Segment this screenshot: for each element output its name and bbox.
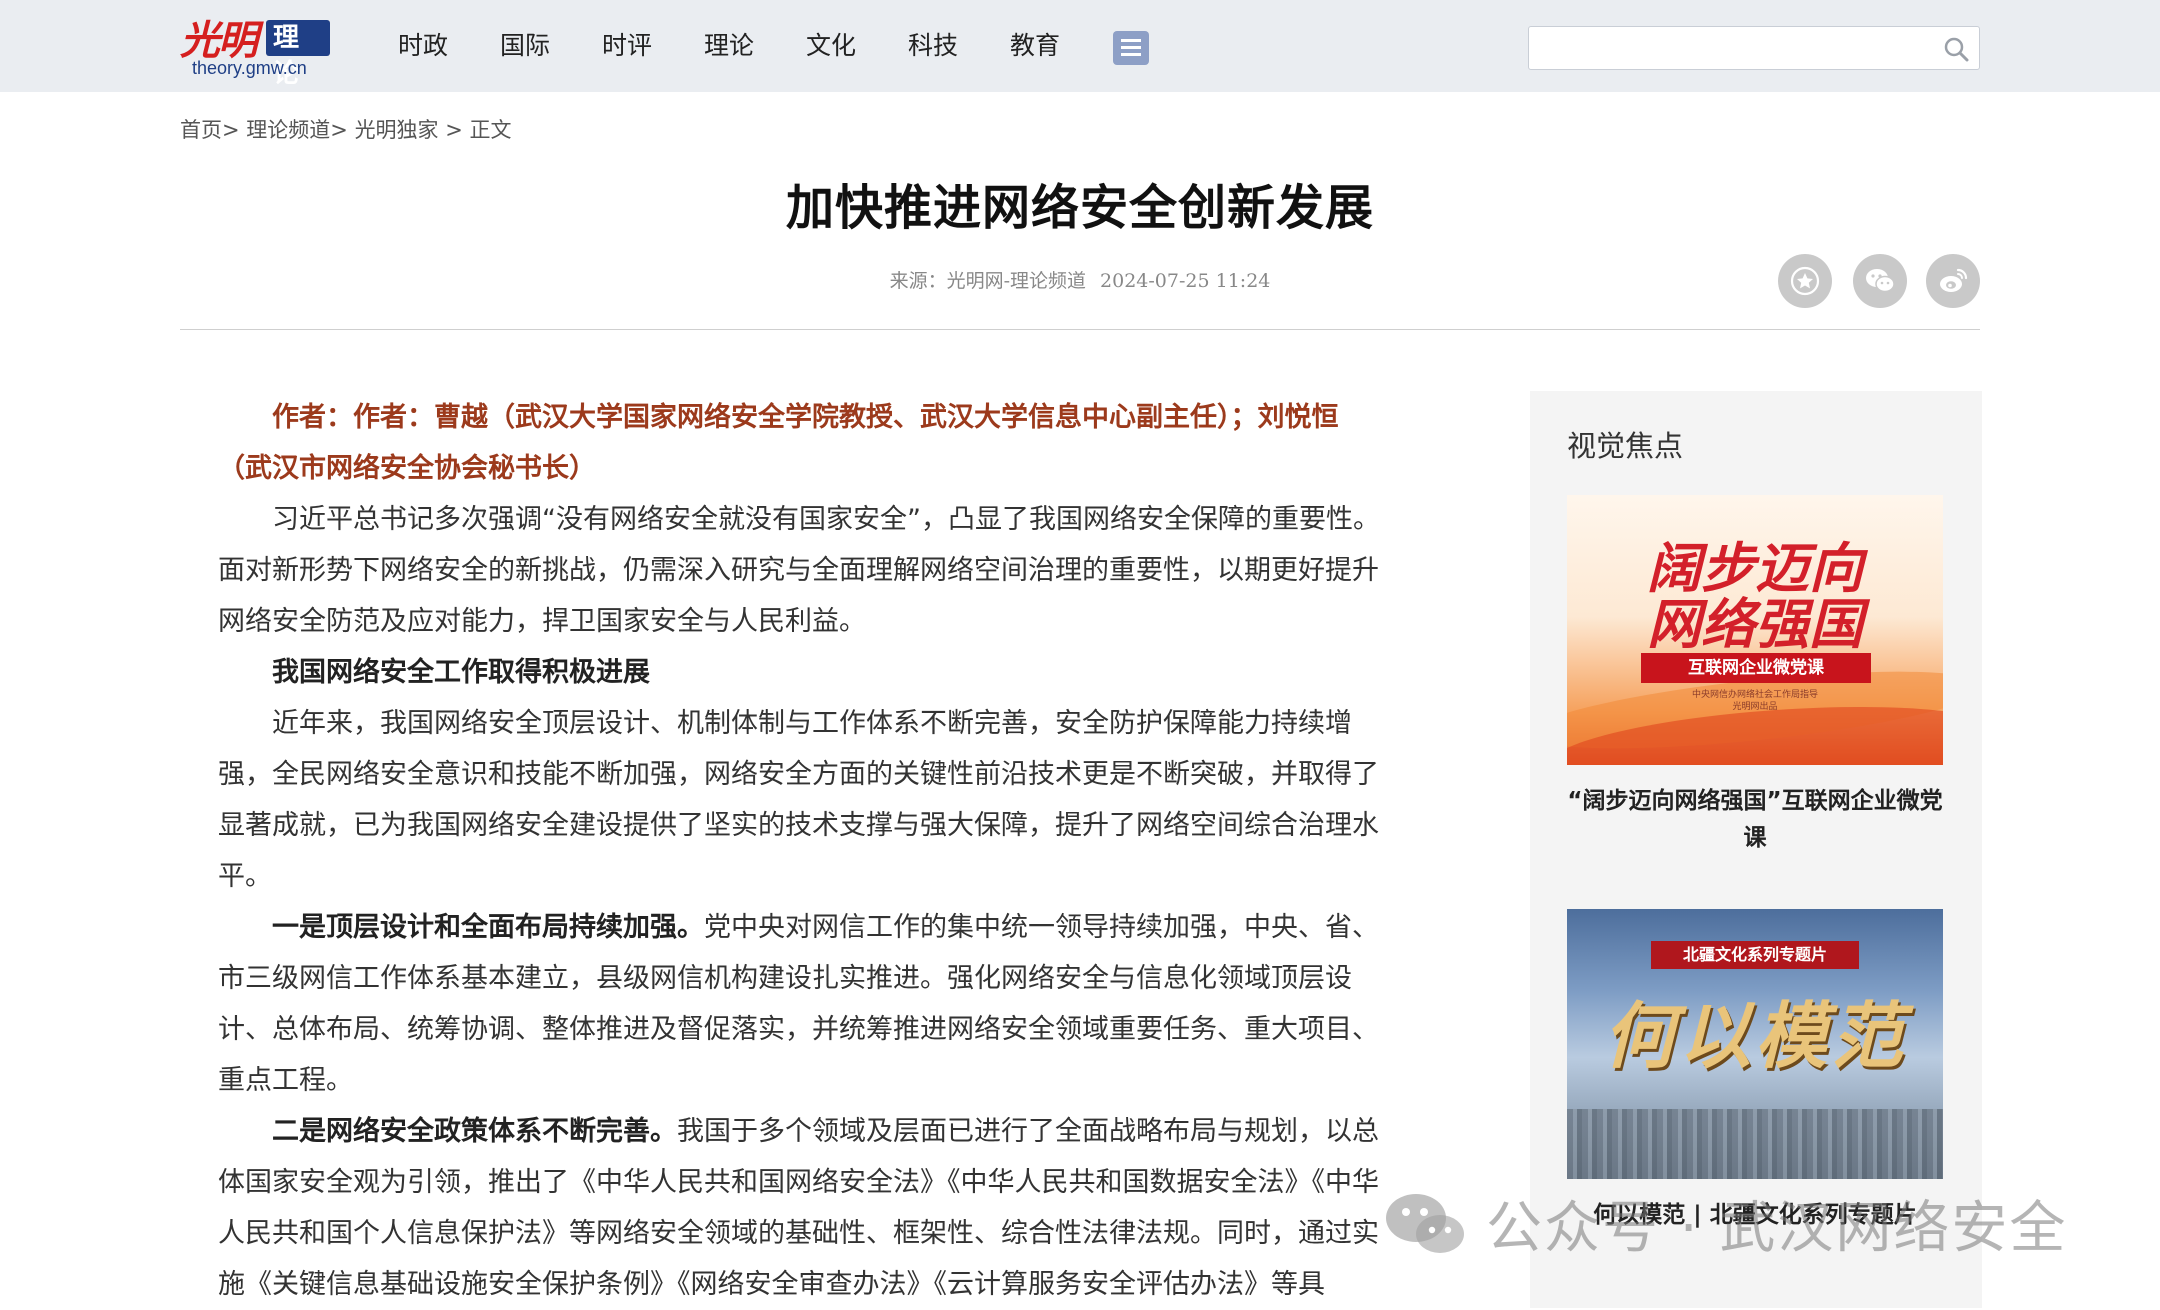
breadcrumb-home[interactable]: 首页	[180, 118, 222, 142]
watermark-text: 公众号 · 武汉网络安全	[1486, 1195, 2068, 1261]
article-body: 作者：作者：曹越（武汉大学国家网络安全学院教授、武汉大学信息中心副主任）；刘悦恒…	[218, 392, 1384, 1310]
article-author: 作者：作者：曹越（武汉大学国家网络安全学院教授、武汉大学信息中心副主任）；刘悦恒…	[218, 402, 1339, 484]
star-icon	[1790, 266, 1820, 296]
paragraph-lead: 一是顶层设计和全面布局持续加强。	[272, 912, 704, 943]
focus-card-image-2[interactable]: 北疆文化系列专题片 何以模范	[1567, 909, 1943, 1179]
nav-item-education[interactable]: 教育	[1010, 0, 1112, 92]
favorite-button[interactable]	[1778, 254, 1832, 308]
image1-line1: 阔步迈向	[1647, 536, 1863, 600]
article-paragraph: 一是顶层设计和全面布局持续加强。党中央对网信工作的集中统一领导持续加强，中央、省…	[218, 902, 1384, 1106]
focus-card-caption-1[interactable]: “阔步迈向网络强国”互联网企业微党课	[1567, 783, 1943, 857]
search-icon[interactable]	[1943, 36, 1969, 62]
logo-badge: 理论	[266, 20, 330, 89]
weibo-icon	[1940, 268, 1968, 292]
header-divider	[180, 329, 1980, 330]
article-date: 2024-07-25 11:24	[1100, 270, 1271, 292]
visual-focus-sidebar: 视觉焦点 阔步迈向 网络强国 互联网企业微党课 中央网信办网络社会工作局指导 光…	[1530, 391, 1982, 1308]
nav-item-international[interactable]: 国际	[500, 0, 602, 92]
site-logo[interactable]: 光明 理论 theory.gmw.cn	[180, 8, 330, 89]
article-paragraph: 二是网络安全政策体系不断完善。我国于多个领域及层面已进行了全面战略布局与规划，以…	[218, 1106, 1384, 1310]
search-box	[1528, 26, 1980, 70]
article-source: 来源：光明网-理论频道	[889, 270, 1087, 292]
image1-small-2: 光明网出品	[1732, 702, 1778, 712]
top-navigation-bar: 光明 理论 theory.gmw.cn 时政 国际 时评 理论 文化 科技 教育	[0, 0, 2160, 92]
breadcrumb-theory-channel[interactable]: 理论频道	[246, 118, 330, 142]
breadcrumb-exclusive[interactable]: 光明独家	[355, 118, 439, 142]
paragraph-lead: 二是网络安全政策体系不断完善。	[272, 1116, 677, 1147]
article-title: 加快推进网络安全创新发展	[785, 180, 1374, 236]
main-nav: 时政 国际 时评 理论 文化 科技 教育	[398, 0, 1112, 92]
breadcrumb-current: 正文	[469, 118, 512, 142]
search-input[interactable]	[1529, 27, 1929, 69]
nav-item-technology[interactable]: 科技	[908, 0, 1010, 92]
wechat-logo-icon	[1386, 1194, 1464, 1253]
nav-item-commentary[interactable]: 时评	[602, 0, 704, 92]
image2-title: 何以模范	[1602, 993, 1907, 1078]
wechat-watermark: 公众号 · 武汉网络安全	[1384, 1188, 2067, 1261]
breadcrumb: 首页> 理论频道> 光明独家 > 正文	[180, 118, 512, 142]
article-paragraph: 近年来，我国网络安全顶层设计、机制体制与工作体系不断完善，安全防护保障能力持续增…	[218, 708, 1379, 892]
article-paragraph: 习近平总书记多次强调“没有网络安全就没有国家安全”，凸显了我国网络安全保障的重要…	[218, 504, 1380, 637]
sidebar-title: 视觉焦点	[1567, 429, 1684, 463]
menu-list-icon[interactable]	[1113, 31, 1149, 65]
nav-item-theory[interactable]: 理论	[704, 0, 806, 92]
nav-item-politics[interactable]: 时政	[398, 0, 500, 92]
weibo-share-button[interactable]	[1926, 254, 1980, 308]
article-meta: 来源：光明网-理论频道 2024-07-25 11:24	[0, 266, 2160, 293]
image1-line2: 网络强国	[1647, 592, 1863, 656]
image1-band: 互联网企业微党课	[1641, 653, 1871, 683]
focus-card-image-1[interactable]: 阔步迈向 网络强国 互联网企业微党课 中央网信办网络社会工作局指导 光明网出品	[1567, 495, 1943, 765]
wechat-icon	[1866, 269, 1895, 293]
article-subheading: 我国网络安全工作取得积极进展	[272, 657, 650, 688]
image2-tag: 北疆文化系列专题片	[1651, 941, 1859, 969]
wechat-share-button[interactable]	[1853, 254, 1907, 308]
logo-url: theory.gmw.cn	[192, 58, 307, 78]
nav-item-culture[interactable]: 文化	[806, 0, 908, 92]
